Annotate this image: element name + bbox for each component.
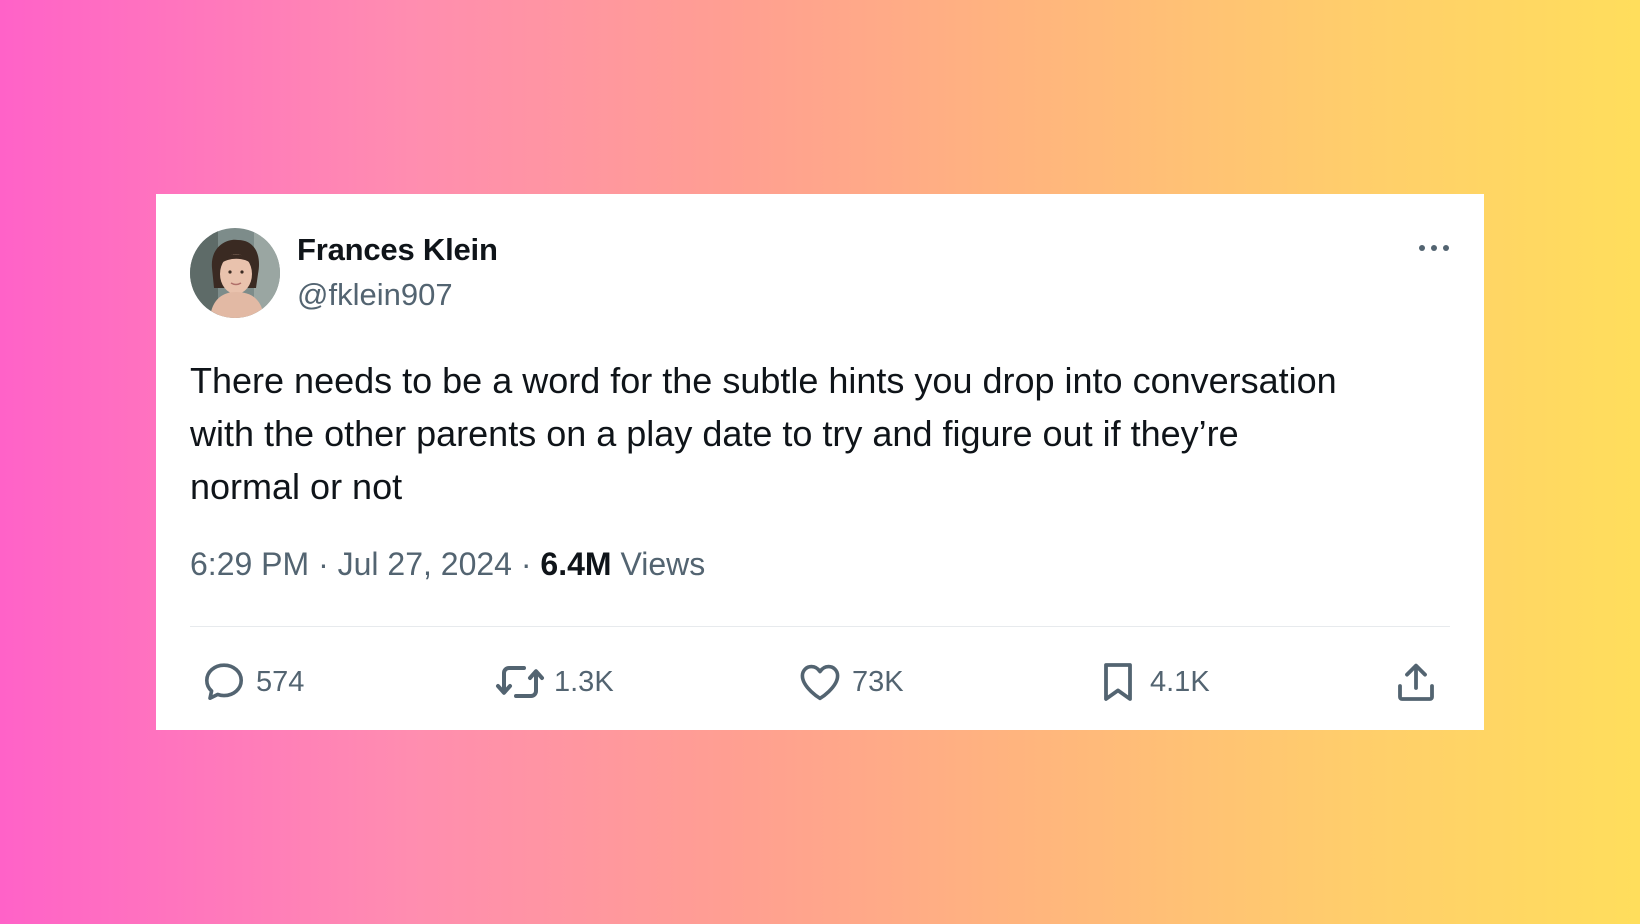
meta-separator: · (318, 546, 329, 582)
repost-icon (496, 666, 544, 698)
bookmark-button[interactable]: 4.1K (1094, 656, 1210, 708)
divider (190, 626, 1450, 627)
meta-separator: · (520, 546, 532, 582)
tweet-time[interactable]: 6:29 PM (190, 546, 309, 582)
repost-button[interactable]: 1.3K (494, 656, 614, 708)
tweet-text: There needs to be a word for the subtle … (190, 360, 1337, 507)
reply-count: 574 (256, 665, 305, 698)
views-label: Views (620, 546, 706, 582)
avatar-photo (190, 228, 280, 318)
tweet-date[interactable]: Jul 27, 2024 (338, 546, 512, 582)
tweet-card: Frances Klein @fklein907 There needs to … (156, 194, 1484, 730)
more-options-button[interactable] (1414, 236, 1454, 260)
share-icon (1398, 663, 1434, 701)
reply-button[interactable]: 574 (200, 656, 304, 708)
action-bar: 574 1.3K 73K 4.1K (156, 656, 1484, 716)
author-display-name[interactable]: Frances Klein (297, 232, 498, 268)
more-horizontal-icon (1419, 245, 1449, 251)
repost-count: 1.3K (554, 665, 614, 698)
tweet-meta: 6:29 PM · Jul 27, 2024 · 6.4M Views (190, 546, 705, 583)
heart-icon (800, 664, 840, 701)
views-count: 6.4M (540, 546, 612, 582)
bookmark-icon (1104, 663, 1132, 701)
like-count: 73K (852, 665, 904, 698)
reply-icon (205, 663, 243, 700)
author-handle[interactable]: @fklein907 (297, 277, 453, 313)
bookmark-count: 4.1K (1150, 665, 1210, 698)
share-button[interactable] (1392, 656, 1440, 708)
avatar[interactable] (190, 228, 280, 318)
like-button[interactable]: 73K (796, 656, 904, 708)
